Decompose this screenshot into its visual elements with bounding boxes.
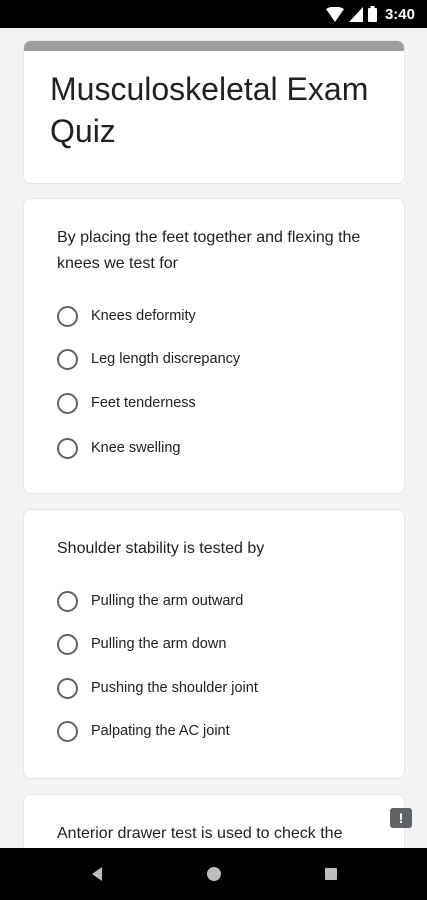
question-text: Shoulder stability is tested by xyxy=(57,540,265,557)
radio-option[interactable]: Pulling the arm down xyxy=(57,632,226,656)
home-icon[interactable] xyxy=(203,864,225,884)
radio-option[interactable]: Leg length discrepancy xyxy=(57,347,240,371)
radio-option[interactable]: Knees deformity xyxy=(57,304,196,328)
option-label: Pulling the arm outward xyxy=(91,593,244,609)
radio-option[interactable]: Pushing the shoulder joint xyxy=(57,676,258,700)
option-label: Palpating the AC joint xyxy=(91,723,230,739)
option-label: Knee swelling xyxy=(91,440,181,456)
status-time: 3:40 xyxy=(384,5,415,23)
option-label: Feet tenderness xyxy=(91,395,196,411)
navigation-bar xyxy=(0,848,427,900)
radio-button[interactable] xyxy=(57,590,78,612)
recents-icon[interactable] xyxy=(320,864,342,884)
radio-button[interactable] xyxy=(57,305,78,327)
title-accent-strip xyxy=(24,41,404,51)
signal-icon xyxy=(348,6,363,22)
radio-option[interactable]: Knee swelling xyxy=(57,436,180,460)
radio-option[interactable]: Palpating the AC joint xyxy=(57,719,230,743)
form-title: Musculoskeletal Exam Quiz xyxy=(50,71,369,149)
question-card: By placing the feet together and flexing… xyxy=(23,198,405,494)
option-label: Leg length discrepancy xyxy=(91,351,241,367)
radio-button[interactable] xyxy=(57,633,78,655)
radio-option[interactable]: Pulling the arm outward xyxy=(57,589,243,613)
wifi-icon xyxy=(325,6,344,22)
status-icons: 3:40 xyxy=(325,4,415,24)
battery-icon xyxy=(367,6,377,22)
radio-button[interactable] xyxy=(57,348,78,370)
option-label: Pushing the shoulder joint xyxy=(91,680,258,696)
question-text: By placing the feet together and flexing… xyxy=(57,229,361,272)
radio-button[interactable] xyxy=(57,720,78,742)
option-label: Pulling the arm down xyxy=(91,636,227,652)
feedback-icon[interactable]: ! xyxy=(390,808,412,828)
radio-button[interactable] xyxy=(57,392,78,414)
status-bar: 3:40 xyxy=(0,0,427,28)
radio-button[interactable] xyxy=(57,677,78,699)
radio-option[interactable]: Feet tenderness xyxy=(57,391,196,415)
option-label: Knees deformity xyxy=(91,308,196,324)
question-text: Anterior drawer test is used to check th… xyxy=(57,825,343,842)
radio-button[interactable] xyxy=(57,437,78,459)
form-title-card: Musculoskeletal Exam Quiz xyxy=(23,40,405,184)
back-icon[interactable] xyxy=(86,864,108,884)
question-card: Shoulder stability is tested by Pulling … xyxy=(23,509,405,779)
